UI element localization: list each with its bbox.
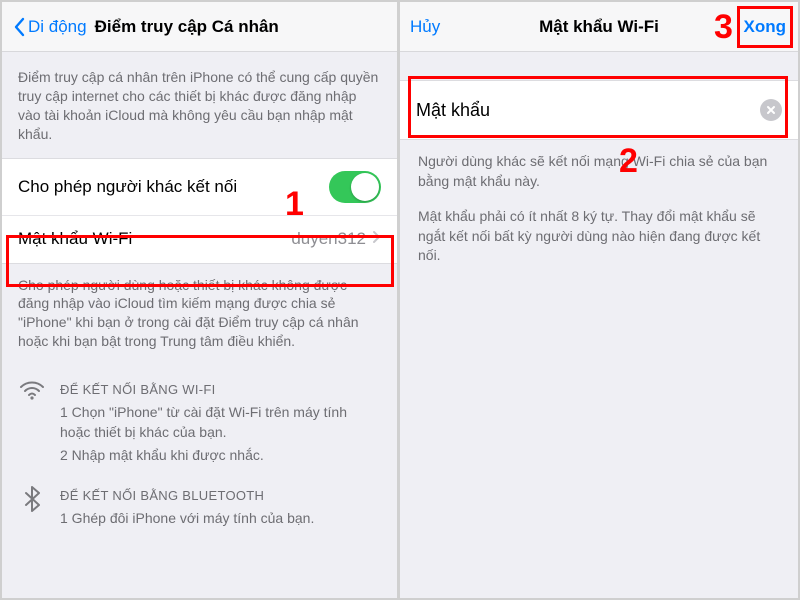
password-help-2: Mật khẩu phải có ít nhất 8 ký tự. Thay đ… — [400, 203, 798, 278]
bluetooth-icon — [18, 485, 46, 528]
page-title: Điểm truy cập Cá nhân — [95, 17, 279, 37]
allow-others-label: Cho phép người khác kết nối — [18, 177, 329, 197]
footer-text: Cho phép người dùng hoặc thiết bị khác k… — [2, 264, 397, 370]
wifi-password-label: Mật khẩu Wi-Fi — [18, 229, 291, 249]
password-field-cell[interactable]: Mật khẩu — [400, 80, 798, 140]
wifi-how-step2: 2 Nhập mật khẩu khi được nhắc. — [60, 445, 381, 465]
wifi-password-screen: Hủy Mật khẩu Wi-Fi Xong Mật khẩu Người d… — [400, 2, 798, 598]
allow-others-cell[interactable]: Cho phép người khác kết nối — [2, 159, 397, 215]
hotspot-settings-group: Cho phép người khác kết nối Mật khẩu Wi-… — [2, 158, 397, 264]
chevron-right-icon — [372, 230, 381, 249]
done-button[interactable]: Xong — [744, 17, 787, 37]
page-title-right: Mật khẩu Wi-Fi — [539, 17, 659, 37]
personal-hotspot-screen: Di động Điểm truy cập Cá nhân Điểm truy … — [2, 2, 400, 598]
wifi-how-text: ĐỂ KẾT NỐI BẰNG WI-FI 1 Chọn "iPhone" từ… — [60, 379, 381, 465]
wifi-password-cell[interactable]: Mật khẩu Wi-Fi duyen312 — [2, 215, 397, 263]
wifi-how-step1: 1 Chọn "iPhone" từ cài đặt Wi-Fi trên má… — [60, 402, 381, 443]
cancel-button[interactable]: Hủy — [410, 17, 440, 37]
password-label: Mật khẩu — [416, 100, 760, 121]
wifi-icon — [18, 379, 46, 465]
password-help-1: Người dùng khác sẽ kết nối mạng Wi-Fi ch… — [400, 140, 798, 203]
allow-others-toggle[interactable] — [329, 171, 381, 203]
back-label: Di động — [28, 17, 87, 37]
navbar-left: Di động Điểm truy cập Cá nhân — [2, 2, 397, 52]
bluetooth-how-step1: 1 Ghép đôi iPhone với máy tính của bạn. — [60, 508, 314, 528]
wifi-password-value: duyen312 — [291, 229, 366, 249]
toggle-knob — [351, 173, 379, 201]
bluetooth-how-title: ĐỂ KẾT NỐI BẰNG BLUETOOTH — [60, 487, 314, 506]
back-button[interactable]: Di động — [12, 17, 87, 37]
wifi-how-title: ĐỂ KẾT NỐI BẰNG WI-FI — [60, 381, 381, 400]
navbar-right: Hủy Mật khẩu Wi-Fi Xong — [400, 2, 798, 52]
bluetooth-how-text: ĐỂ KẾT NỐI BẰNG BLUETOOTH 1 Ghép đôi iPh… — [60, 485, 314, 528]
clear-icon[interactable] — [760, 99, 782, 121]
chevron-left-icon — [12, 17, 26, 37]
intro-text: Điểm truy cập cá nhân trên iPhone có thể… — [2, 52, 397, 158]
bluetooth-how-section: ĐỂ KẾT NỐI BẰNG BLUETOOTH 1 Ghép đôi iPh… — [2, 475, 397, 538]
wifi-how-section: ĐỂ KẾT NỐI BẰNG WI-FI 1 Chọn "iPhone" từ… — [2, 369, 397, 475]
